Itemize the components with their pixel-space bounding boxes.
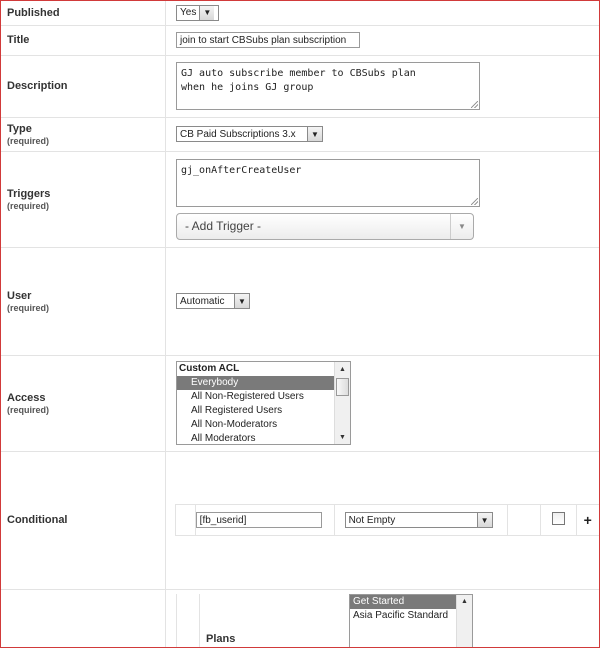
access-label: Access [7,391,46,404]
row-triggers: Triggers (required) gj_onAfterCreateUser… [1,151,599,248]
conditional-field-input[interactable]: [fb_userid] [195,512,322,528]
type-label: Type [7,122,32,135]
row-published: Published Yes ▼ [1,1,599,26]
row-title: Title join to start CBSubs plan subscrip… [1,25,599,56]
user-label: User [7,289,32,302]
triggers-required: (required) [7,200,50,211]
row-conditional: Conditional [fb_userid] Not Empty ▼ + [1,451,599,590]
type-required: (required) [7,135,50,146]
scroll-up-icon[interactable]: ▲ [457,595,472,609]
access-group-label: Custom ACL [179,363,240,374]
chevron-down-icon: ▼ [476,513,492,527]
add-condition-icon[interactable]: + [584,512,592,528]
description-textarea[interactable]: GJ auto subscribe member to CBSubs plan … [176,62,480,110]
settings-form: Published Yes ▼ Title join to start CBSu… [1,1,599,647]
published-value: Yes [180,7,197,19]
plans-label: Plans [206,632,236,645]
plans-option-asia-pacific[interactable]: Asia Pacific Standard [350,609,472,623]
description-text: GJ auto subscribe member to CBSubs plan … [181,68,416,93]
conditional-table: [fb_userid] Not Empty ▼ + [175,504,599,536]
triggers-label: Triggers [7,187,51,200]
scroll-thumb[interactable] [336,378,349,396]
access-option-registered[interactable]: All Registered Users [177,404,350,418]
published-label: Published [7,6,60,19]
conditional-label: Conditional [7,514,68,526]
title-label: Title [7,34,30,46]
plans-scrollbar[interactable]: ▲ [456,594,472,647]
resize-grip-icon[interactable] [471,101,478,108]
form-frame: Published Yes ▼ Title join to start CBSu… [0,0,600,648]
description-label: Description [7,80,68,92]
plans-listbox[interactable]: Get Started Asia Pacific Standard ▲ [349,593,473,647]
conditional-checkbox[interactable] [551,512,565,525]
user-value: Automatic [180,295,225,307]
chevron-down-icon: ▼ [199,5,215,20]
type-value: CB Paid Subscriptions 3.x [180,128,296,140]
row-description: Description GJ auto subscribe member to … [1,55,599,118]
title-input[interactable]: join to start CBSubs plan subscription [176,32,360,48]
row-plans: Plans Get Started Asia Pacific Standard … [1,589,599,647]
add-trigger-select[interactable]: - Add Trigger - ▼ [176,212,474,240]
conditional-operator-select[interactable]: Not Empty ▼ [344,512,493,528]
published-select[interactable]: Yes ▼ [176,4,219,21]
chevron-down-icon: ▼ [450,213,473,239]
row-access: Access (required) Custom ACL Everybody A… [1,355,599,452]
chevron-down-icon: ▼ [307,127,322,141]
access-option-everybody[interactable]: Everybody [177,376,350,390]
conditional-operator-value: Not Empty [348,514,396,526]
access-option-non-registered[interactable]: All Non-Registered Users [177,390,350,404]
chevron-down-icon: ▼ [234,294,249,308]
access-listbox[interactable]: Custom ACL Everybody All Non-Registered … [176,361,351,445]
access-scrollbar[interactable]: ▲ ▼ [334,362,350,444]
plans-section: Plans Get Started Asia Pacific Standard … [176,593,599,647]
resize-grip-icon[interactable] [471,197,478,205]
access-option-moderators[interactable]: All Moderators [177,432,350,444]
scroll-down-icon[interactable]: ▼ [335,430,350,444]
user-select[interactable]: Automatic ▼ [176,293,250,309]
row-type: Type (required) CB Paid Subscriptions 3.… [1,117,599,152]
triggers-textarea[interactable]: gj_onAfterCreateUser [176,158,480,207]
add-trigger-placeholder: - Add Trigger - [185,219,262,233]
row-user: User (required) Automatic ▼ [1,247,599,356]
access-required: (required) [7,404,50,415]
plans-option-get-started[interactable]: Get Started [350,594,472,609]
user-required: (required) [7,302,50,313]
triggers-text: gj_onAfterCreateUser [181,164,302,176]
scroll-up-icon[interactable]: ▲ [335,362,350,376]
access-option-non-moderators[interactable]: All Non-Moderators [177,418,350,432]
type-select[interactable]: CB Paid Subscriptions 3.x ▼ [176,126,323,142]
